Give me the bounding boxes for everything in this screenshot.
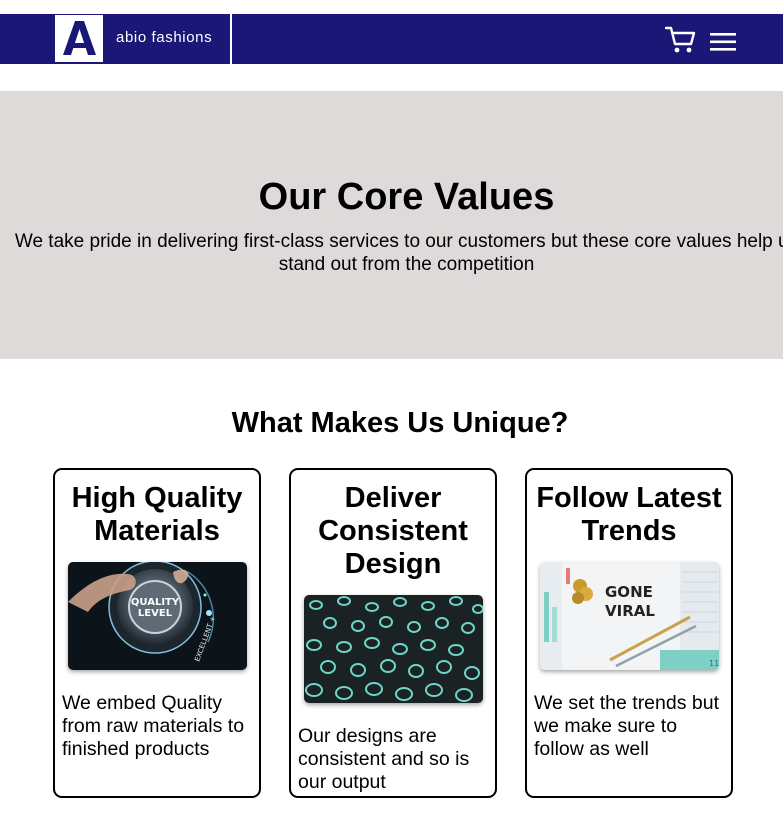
card-title: Follow Latest Trends <box>536 482 722 547</box>
quality-level-dial-image: QUALITY LEVEL EXCELLENT + <box>67 562 247 670</box>
card-title: High Quality Materials <box>71 482 243 547</box>
card-title: Deliver Consistent Design <box>318 482 468 580</box>
hamburger-menu-icon[interactable] <box>709 31 737 53</box>
teal-ring-pattern-image <box>303 595 483 703</box>
card-consistent-design: Deliver Consistent Design Our designs ar… <box>289 468 497 798</box>
page-number-label: 11 <box>709 659 719 668</box>
dial-quality-label: QUALITY <box>130 597 179 608</box>
viral-text: VIRAL <box>605 602 655 620</box>
card-text: Our designs are consistent and so is our… <box>298 725 470 793</box>
logo-link[interactable] <box>55 15 103 62</box>
hero-title: Our Core Values <box>258 176 555 218</box>
gone-text: GONE <box>605 583 653 601</box>
core-values-hero: Our Core Values We take pride in deliver… <box>0 91 783 359</box>
card-text: We set the trends but we make sure to fo… <box>534 692 719 760</box>
hero-text: We take pride in delivering first-class … <box>14 231 783 275</box>
dial-level-label: LEVEL <box>137 608 172 619</box>
brand-name: abio fashions <box>116 29 213 46</box>
brand-area: abio fashions <box>104 14 232 64</box>
gone-viral-image: 11 GONE VIRAL <box>539 562 719 670</box>
card-text: We embed Quality from raw materials to f… <box>62 692 245 760</box>
card-latest-trends: Follow Latest Trends 11 GONE VIRAL We se… <box>525 468 733 798</box>
card-high-quality: High Quality Materials QUALITY LEVEL EXC… <box>53 468 261 798</box>
top-nav-bar: abio fashions <box>0 14 783 64</box>
unique-section-title: What Makes Us Unique? <box>231 407 569 439</box>
cart-icon[interactable] <box>664 25 697 55</box>
abio-a-logo-icon <box>63 21 96 55</box>
